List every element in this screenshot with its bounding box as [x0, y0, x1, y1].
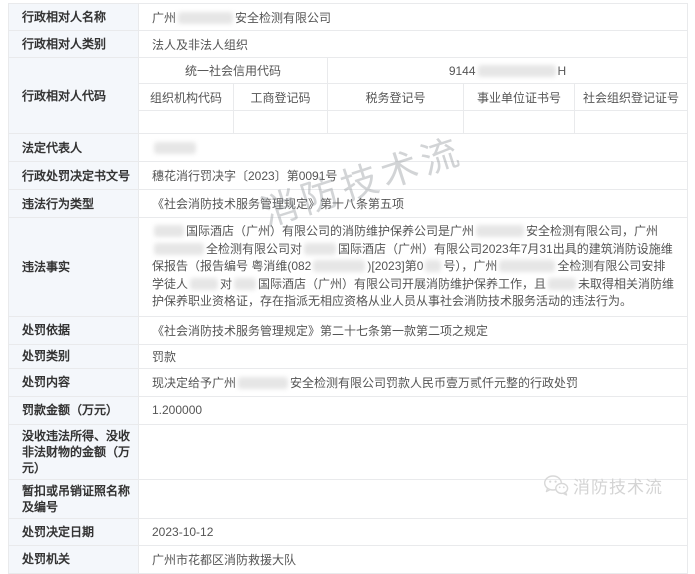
table-row: 处罚内容 现决定给予广州 安全检测有限公司罚款人民币壹万贰仟元整的行政处罚 — [9, 368, 688, 396]
confiscation-amount-value — [139, 424, 688, 479]
penalty-content-prefix: 现决定给予广州 — [152, 376, 236, 390]
table-row: 处罚机关 广州市花都区消防救援大队 — [9, 545, 688, 573]
table-row: 行政相对人名称 广州 安全检测有限公司 — [9, 4, 688, 31]
row-label-license-suspension: 暂扣或吊销证照名称及编号 — [9, 479, 139, 518]
table-row: 违法行为类型 《社会消防技术服务管理规定》第十八条第五项 — [9, 190, 688, 218]
code-value-business — [234, 111, 328, 134]
penalty-content-suffix: 安全检测有限公司罚款人民币壹万贰仟元整的行政处罚 — [290, 376, 578, 390]
table-row: 法定代表人 — [9, 134, 688, 162]
violation-type-value: 《社会消防技术服务管理规定》第十八条第五项 — [139, 190, 688, 218]
legal-rep-value — [139, 134, 688, 162]
subject-name-prefix: 广州 — [152, 11, 176, 25]
code-value-tax — [328, 111, 464, 134]
footer-brand-text: 消防技术流 — [573, 473, 663, 498]
uscc-value-suffix: H — [558, 64, 567, 78]
code-value-institution — [464, 111, 575, 134]
row-label-subject-type: 行政相对人类别 — [9, 31, 139, 58]
facts-segment: 安全检测有限公司，广州 — [526, 224, 658, 238]
penalty-authority-value: 广州市花都区消防救援大队 — [139, 545, 688, 573]
table-row: 处罚依据 《社会消防技术服务管理规定》第二十七条第一款第二项之规定 — [9, 316, 688, 344]
fine-amount-value: 1.200000 — [139, 396, 688, 424]
table-row: 行政相对人代码 统一社会信用代码 9144H — [9, 58, 688, 84]
code-value-org — [139, 111, 234, 134]
redaction — [238, 377, 288, 389]
decision-doc-no-value: 穗花消行罚决字〔2023〕第0091号 — [139, 162, 688, 190]
footer-brand: 消防技术流 — [543, 473, 663, 498]
facts-segment: )[2023]第0 — [367, 259, 423, 273]
uscc-header: 统一社会信用代码 — [139, 58, 328, 84]
facts-segment: 对 — [220, 277, 232, 291]
redaction — [304, 243, 336, 255]
redaction — [548, 278, 576, 290]
subject-type-value: 法人及非法人组织 — [139, 31, 688, 58]
redaction — [190, 278, 218, 290]
row-label-violation-facts: 违法事实 — [9, 218, 139, 317]
code-header-org: 组织机构代码 — [139, 84, 234, 111]
penalty-basis-value: 《社会消防技术服务管理规定》第二十七条第一款第二项之规定 — [139, 316, 688, 344]
table-row: 处罚决定日期 2023-10-12 — [9, 518, 688, 545]
row-label-confiscation-amount: 没收违法所得、没收非法财物的金额（万元） — [9, 424, 139, 479]
redaction — [154, 225, 184, 237]
violation-facts-value: 国际酒店（广州）有限公司的消防维护保养公司是广州 安全检测有限公司，广州全检测有限… — [139, 218, 688, 317]
redaction — [154, 142, 196, 154]
wechat-icon — [543, 474, 569, 497]
redaction — [178, 12, 233, 24]
decision-date-value: 2023-10-12 — [139, 518, 688, 545]
facts-segment: 全检测有限公司对 — [206, 242, 302, 256]
row-label-subject-code: 行政相对人代码 — [9, 58, 139, 134]
table-row: 违法事实 国际酒店（广州）有限公司的消防维护保养公司是广州 安全检测有限公司，广州… — [9, 218, 688, 317]
facts-segment: 国际酒店（广州）有限公司开展消防维护保养工作，且 — [258, 277, 546, 291]
subject-name-value: 广州 安全检测有限公司 — [139, 4, 688, 31]
row-label-penalty-content: 处罚内容 — [9, 368, 139, 396]
row-label-penalty-authority: 处罚机关 — [9, 545, 139, 573]
uscc-value: 9144 H — [328, 58, 688, 84]
row-label-decision-doc-no: 行政处罚决定书文号 — [9, 162, 139, 190]
code-header-business: 工商登记码 — [234, 84, 328, 111]
row-label-fine-amount: 罚款金额（万元） — [9, 396, 139, 424]
row-label-decision-date: 处罚决定日期 — [9, 518, 139, 545]
table-row: 处罚类别 罚款 — [9, 344, 688, 368]
row-label-penalty-basis: 处罚依据 — [9, 316, 139, 344]
uscc-value-prefix: 9144 — [449, 64, 476, 78]
table-row: 没收违法所得、没收非法财物的金额（万元） — [9, 424, 688, 479]
code-header-social-org: 社会组织登记证号 — [575, 84, 688, 111]
redaction — [313, 260, 365, 272]
redaction — [476, 225, 524, 237]
code-header-institution: 事业单位证书号 — [464, 84, 575, 111]
row-label-subject-name: 行政相对人名称 — [9, 4, 139, 31]
redaction — [425, 260, 441, 272]
facts-segment: 国际酒店（广州）有限公司的消防维护保养公司是广州 — [186, 224, 474, 238]
row-label-violation-type: 违法行为类型 — [9, 190, 139, 218]
redaction — [499, 260, 555, 272]
table-row: 行政处罚决定书文号 穗花消行罚决字〔2023〕第0091号 — [9, 162, 688, 190]
row-label-legal-rep: 法定代表人 — [9, 134, 139, 162]
redaction — [234, 278, 256, 290]
code-header-tax: 税务登记号 — [328, 84, 464, 111]
subject-name-suffix: 安全检测有限公司 — [235, 11, 331, 25]
table-row: 罚款金额（万元） 1.200000 — [9, 396, 688, 424]
facts-segment: 号），广州 — [443, 259, 497, 273]
penalty-category-value: 罚款 — [139, 344, 688, 368]
row-label-penalty-category: 处罚类别 — [9, 344, 139, 368]
redaction — [478, 65, 556, 77]
redaction — [154, 243, 204, 255]
penalty-content-value: 现决定给予广州 安全检测有限公司罚款人民币壹万贰仟元整的行政处罚 — [139, 368, 688, 396]
code-value-social-org — [575, 111, 688, 134]
table-row: 行政相对人类别 法人及非法人组织 — [9, 31, 688, 58]
